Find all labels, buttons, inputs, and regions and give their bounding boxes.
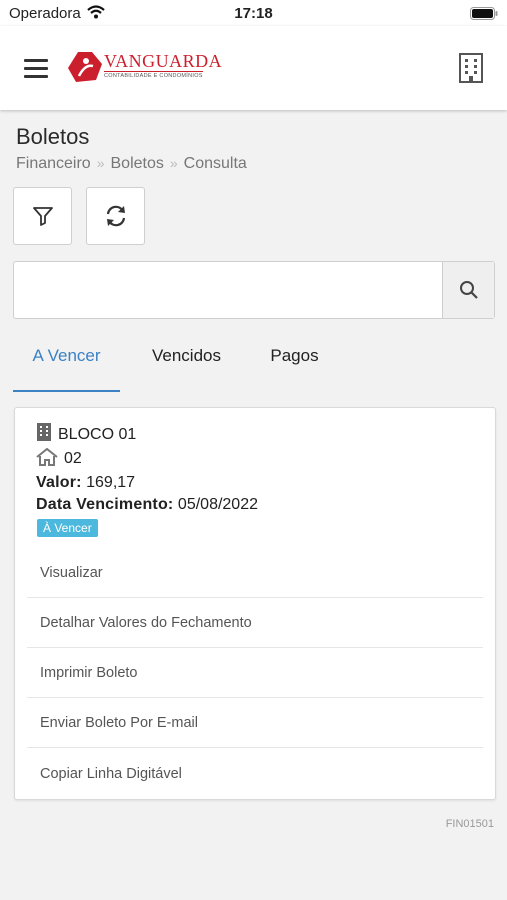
filter-icon	[32, 207, 53, 226]
vencimento-value: 05/08/2022	[177, 496, 258, 513]
search-box	[13, 261, 495, 319]
action-visualizar[interactable]: Visualizar	[27, 549, 483, 598]
search-button[interactable]	[442, 262, 494, 318]
status-badge: À Vencer	[37, 519, 98, 537]
breadcrumb-item-boletos[interactable]: Boletos	[111, 155, 164, 172]
breadcrumb-item-consulta: Consulta	[183, 155, 247, 172]
boleto-card: BLOCO 01 02 Valor: 169,17 Data Venciment…	[14, 407, 496, 800]
building-icon	[36, 422, 52, 447]
page-code: FIN01501	[445, 818, 494, 830]
building-icon[interactable]	[457, 52, 485, 84]
breadcrumb-item-financeiro[interactable]: Financeiro	[16, 155, 91, 172]
valor-label: Valor:	[36, 474, 82, 491]
action-copiar-linha[interactable]: Copiar Linha Digitável	[27, 749, 483, 798]
tab-vencidos[interactable]: Vencidos	[134, 336, 239, 390]
page-title: Boletos	[16, 124, 90, 149]
breadcrumb: Financeiro » Boletos » Consulta	[16, 155, 247, 173]
unit-line: 02	[36, 447, 82, 471]
search-icon	[459, 281, 478, 299]
app-header: VANGUARDA CONTABILIDADE E CONDOMÍNIOS	[0, 26, 507, 110]
unit-number: 02	[64, 450, 82, 467]
block-line: BLOCO 01	[36, 422, 136, 447]
battery-icon	[470, 7, 498, 24]
valor-line: Valor: 169,17	[36, 474, 135, 492]
refresh-icon	[106, 205, 125, 227]
hamburger-menu-button[interactable]	[24, 59, 48, 79]
chevron-double-right-icon: »	[96, 155, 105, 171]
action-imprimir-boleto[interactable]: Imprimir Boleto	[27, 649, 483, 698]
filter-button[interactable]	[13, 187, 72, 245]
valor-value: 169,17	[86, 474, 136, 491]
chevron-double-right-icon: »	[169, 155, 178, 171]
action-enviar-email[interactable]: Enviar Boleto Por E-mail	[27, 699, 483, 748]
vanguarda-logo: VANGUARDA CONTABILIDADE E CONDOMÍNIOS	[66, 48, 222, 88]
status-bar: Operadora 17:18	[0, 0, 507, 26]
vencimento-line: Data Vencimento: 05/08/2022	[36, 496, 258, 514]
action-detalhar-valores[interactable]: Detalhar Valores do Fechamento	[27, 599, 483, 648]
refresh-button[interactable]	[86, 187, 145, 245]
block-name: BLOCO 01	[58, 426, 137, 443]
tab-pagos[interactable]: Pagos	[253, 336, 336, 390]
search-input[interactable]	[14, 262, 444, 318]
logo-name: VANGUARDA	[104, 51, 223, 71]
vencimento-label: Data Vencimento:	[36, 496, 174, 513]
logo-subtitle: CONTABILIDADE E CONDOMÍNIOS	[104, 71, 203, 79]
clock: 17:18	[234, 5, 273, 22]
tab-a-vencer[interactable]: A Vencer	[13, 336, 120, 392]
home-icon	[36, 447, 58, 471]
